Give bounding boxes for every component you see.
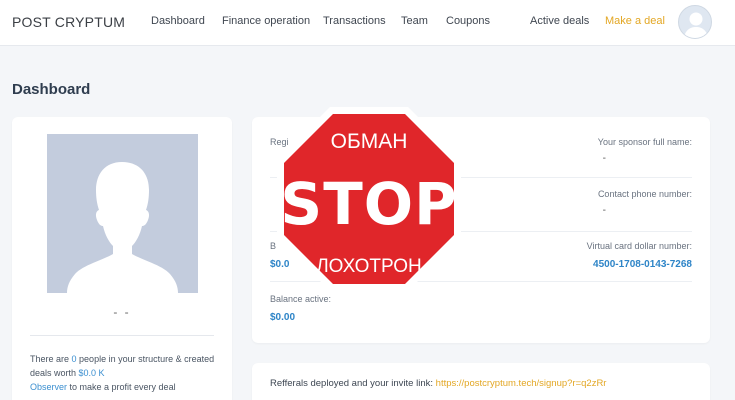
status-observer[interactable]: Observer [30,382,67,392]
stop-sign-top-text: ОБМАН [331,130,408,153]
brand-logo[interactable]: POST CRYPTUM [12,14,125,30]
person-silhouette-icon [67,162,178,293]
referral-label: Refferals deployed and your invite link: [270,378,436,389]
profile-name: - - [113,305,131,319]
balance-active-label: Balance active: [270,294,332,304]
profile-photo-placeholder [47,134,198,293]
nav-team[interactable]: Team [401,15,428,27]
structure-summary: There are 0 people in your structure & c… [30,352,220,394]
referral-text: Refferals deployed and your invite link:… [270,378,606,389]
nav-finance-operation[interactable]: Finance operation [222,15,310,27]
structure-text: There are [30,354,72,364]
phone-value: - [602,205,606,216]
profile-card: - - There are 0 people in your structure… [12,117,232,400]
nav-make-a-deal[interactable]: Make a deal [605,15,665,27]
sponsor-label: Your sponsor full name: [597,137,692,147]
referral-card: Refferals deployed and your invite link:… [252,363,710,400]
page-title: Dashboard [12,81,91,98]
phone-label: Contact phone number: [597,189,692,199]
deals-worth: $0.0 K [78,368,105,378]
nav-coupons[interactable]: Coupons [446,15,490,27]
virtual-card-label: Virtual card dollar number: [586,241,692,251]
structure-text: to make a profit every deal [67,382,176,392]
nav-transactions[interactable]: Transactions [323,15,386,27]
invite-link[interactable]: https://postcryptum.tech/signup?r=q2zRr [436,378,607,389]
user-silhouette-icon [683,12,709,38]
stop-sign-bottom-text: ЛОХОТРОН [316,256,422,277]
top-navbar: POST CRYPTUM Dashboard Finance operation… [0,0,735,46]
stop-sign-main-text: STOP [280,170,457,238]
user-avatar[interactable] [678,5,712,39]
profile-divider [30,335,214,336]
virtual-card-number: 4500-1708-0143-7268 [593,259,692,270]
balance-active-value: $0.00 [270,312,296,323]
nav-active-deals[interactable]: Active deals [530,15,589,27]
stop-sign-icon: ОБМАН STOP ЛОХОТРОН [277,107,461,291]
nav-dashboard[interactable]: Dashboard [151,15,205,27]
sponsor-value: - [602,153,606,164]
